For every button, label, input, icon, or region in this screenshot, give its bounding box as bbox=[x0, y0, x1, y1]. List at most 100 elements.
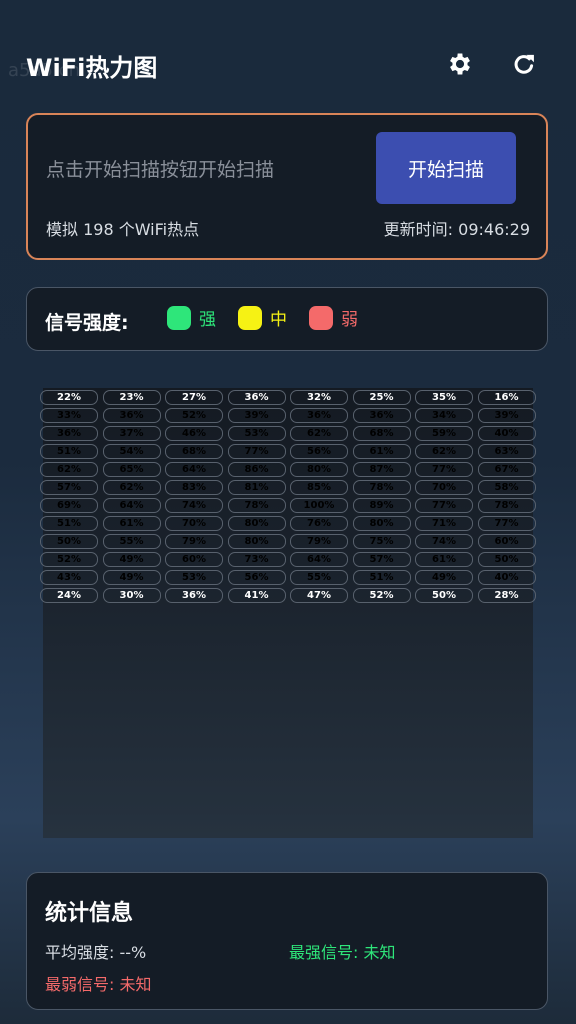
heatmap-cell: 80% bbox=[290, 462, 348, 477]
heatmap-cell: 36% bbox=[40, 426, 98, 441]
heatmap-grid: 22% 23% 27% 36% 32% 25% 35% 16% 33% 36% 52% 39% 36% 3… bbox=[40, 390, 536, 603]
heatmap-cell: 39% bbox=[477, 408, 536, 423]
heatmap-cell: 87% bbox=[352, 462, 411, 477]
heatmap-cell: 22% bbox=[40, 390, 98, 405]
heatmap-cell: 69% bbox=[40, 498, 98, 513]
heatmap-cell: 81% bbox=[227, 480, 286, 495]
scan-card: 点击开始扫描按钮开始扫描 开始扫描 模拟 198 个WiFi热点 更新时间: 0… bbox=[26, 113, 548, 260]
heatmap-cell: 50% bbox=[477, 552, 536, 567]
heatmap-cell: 52% bbox=[165, 408, 223, 423]
heatmap-cell: 36% bbox=[165, 588, 223, 603]
settings-button[interactable] bbox=[442, 46, 478, 82]
heatmap-cell: 70% bbox=[165, 516, 223, 531]
heatmap-cell: 62% bbox=[415, 444, 473, 459]
heatmap-cell: 36% bbox=[227, 390, 286, 405]
heatmap-cell: 56% bbox=[290, 444, 348, 459]
average-strength: 平均强度: --% bbox=[45, 943, 147, 962]
heatmap-cell: 36% bbox=[290, 408, 348, 423]
heatmap-cell: 57% bbox=[352, 552, 411, 567]
heatmap-cell: 49% bbox=[102, 570, 161, 585]
heatmap-cell: 55% bbox=[290, 570, 348, 585]
heatmap-cell: 49% bbox=[102, 552, 161, 567]
heatmap-cell: 62% bbox=[40, 462, 98, 477]
heatmap-cell: 39% bbox=[227, 408, 286, 423]
heatmap-cell: 43% bbox=[40, 570, 98, 585]
heatmap-cell: 53% bbox=[165, 570, 223, 585]
heatmap-cell: 40% bbox=[477, 426, 536, 441]
heatmap-cell: 47% bbox=[290, 588, 348, 603]
stats-title: 统计信息 bbox=[45, 901, 134, 926]
heatmap-cell: 83% bbox=[165, 480, 223, 495]
heatmap-cell: 63% bbox=[477, 444, 536, 459]
heatmap-cell: 27% bbox=[165, 390, 223, 405]
heatmap-cell: 24% bbox=[40, 588, 98, 603]
heatmap-area: 22% 23% 27% 36% 32% 25% 35% 16% 33% 36% 52% 39% 36% 3… bbox=[40, 388, 536, 838]
scan-status-text: 点击开始扫描按钮开始扫描 bbox=[46, 159, 275, 181]
heatmap-cell: 77% bbox=[415, 462, 473, 477]
heatmap-cell: 53% bbox=[227, 426, 286, 441]
legend-weak-label: 弱 bbox=[341, 310, 358, 330]
heatmap-cell: 68% bbox=[352, 426, 411, 441]
legend-weak: 弱 bbox=[309, 305, 358, 330]
heatmap-cell: 79% bbox=[290, 534, 348, 549]
heatmap-cell: 64% bbox=[290, 552, 348, 567]
heatmap-cell: 85% bbox=[290, 480, 348, 495]
app-title: WiFi热力图 bbox=[26, 54, 158, 82]
legend-strong-swatch bbox=[167, 305, 191, 330]
heatmap-cell: 61% bbox=[352, 444, 411, 459]
heatmap-cell: 75% bbox=[352, 534, 411, 549]
refresh-icon bbox=[514, 54, 534, 74]
simulated-hotspot-count: 模拟 198 个WiFi热点 bbox=[46, 220, 200, 239]
heatmap-cell: 64% bbox=[102, 498, 161, 513]
heatmap-cell: 56% bbox=[227, 570, 286, 585]
heatmap-cell: 71% bbox=[415, 516, 473, 531]
heatmap-cell: 55% bbox=[102, 534, 161, 549]
heatmap-cell: 73% bbox=[227, 552, 286, 567]
heatmap-cell: 60% bbox=[165, 552, 223, 567]
start-scan-button[interactable]: 开始扫描 bbox=[376, 132, 516, 204]
heatmap-cell: 67% bbox=[477, 462, 536, 477]
heatmap-cell: 100% bbox=[290, 498, 348, 513]
heatmap-cell: 78% bbox=[352, 480, 411, 495]
heatmap-cell: 86% bbox=[227, 462, 286, 477]
heatmap-cell: 79% bbox=[165, 534, 223, 549]
heatmap-cell: 30% bbox=[102, 588, 161, 603]
heatmap-cell: 80% bbox=[227, 516, 286, 531]
heatmap-cell: 61% bbox=[102, 516, 161, 531]
heatmap-cell: 61% bbox=[415, 552, 473, 567]
heatmap-cell: 52% bbox=[352, 588, 411, 603]
heatmap-cell: 40% bbox=[477, 570, 536, 585]
heatmap-cell: 57% bbox=[40, 480, 98, 495]
legend-medium: 中 bbox=[238, 305, 287, 330]
heatmap-cell: 51% bbox=[40, 516, 98, 531]
heatmap-cell: 32% bbox=[290, 390, 348, 405]
heatmap-cell: 78% bbox=[477, 498, 536, 513]
heatmap-cell: 76% bbox=[290, 516, 348, 531]
stats-card: 统计信息 平均强度: --% 最强信号: 未知 最弱信号: 未知 bbox=[26, 872, 548, 1010]
legend-medium-swatch bbox=[238, 305, 262, 330]
heatmap-cell: 60% bbox=[477, 534, 536, 549]
heatmap-cell: 28% bbox=[477, 588, 536, 603]
heatmap-cell: 46% bbox=[165, 426, 223, 441]
legend-strong-label: 强 bbox=[199, 310, 216, 330]
heatmap-cell: 80% bbox=[227, 534, 286, 549]
heatmap-cell: 36% bbox=[102, 408, 161, 423]
heatmap-cell: 74% bbox=[415, 534, 473, 549]
heatmap-cell: 70% bbox=[415, 480, 473, 495]
heatmap-cell: 74% bbox=[165, 498, 223, 513]
heatmap-cell: 59% bbox=[415, 426, 473, 441]
refresh-button[interactable] bbox=[506, 46, 542, 82]
update-time: 更新时间: 09:46:29 bbox=[383, 220, 530, 239]
legend-label: 信号强度: bbox=[45, 312, 129, 334]
heatmap-cell: 78% bbox=[227, 498, 286, 513]
heatmap-cell: 64% bbox=[165, 462, 223, 477]
heatmap-cell: 89% bbox=[352, 498, 411, 513]
heatmap-cell: 41% bbox=[227, 588, 286, 603]
signal-legend: 信号强度: 强 中 弱 bbox=[26, 287, 548, 351]
heatmap-cell: 33% bbox=[40, 408, 98, 423]
legend-strong: 强 bbox=[167, 305, 216, 330]
heatmap-cell: 77% bbox=[415, 498, 473, 513]
heatmap-cell: 62% bbox=[290, 426, 348, 441]
heatmap-cell: 50% bbox=[40, 534, 98, 549]
heatmap-cell: 49% bbox=[415, 570, 473, 585]
